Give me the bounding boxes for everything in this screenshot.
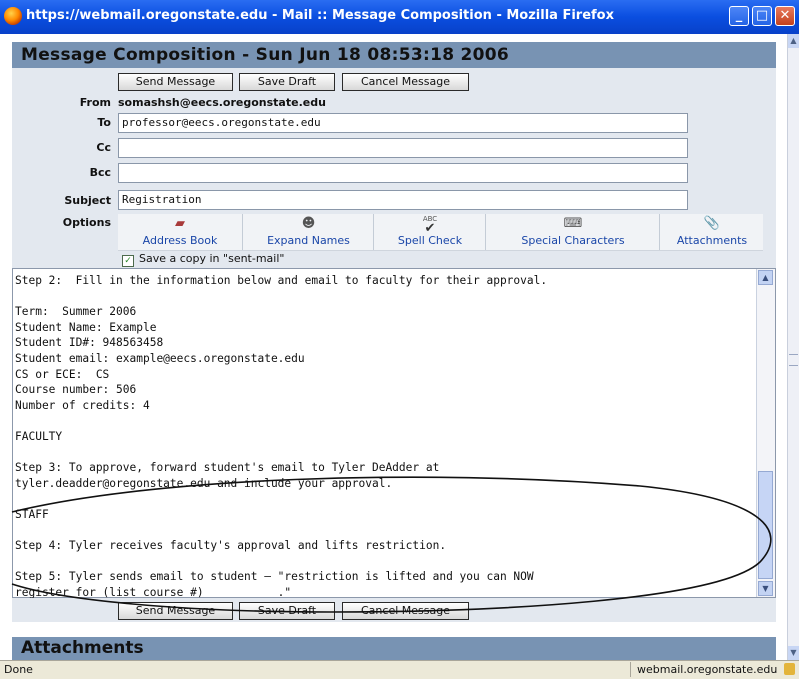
send-message-button[interactable]: Send Message — [118, 73, 233, 91]
save-copy-label: Save a copy in "sent-mail" — [139, 252, 285, 265]
spell-check-label: Spell Check — [397, 234, 463, 247]
save-copy-option[interactable]: ✓ Save a copy in "sent-mail" — [122, 252, 284, 267]
to-field[interactable]: professor@eecs.oregonstate.edu — [118, 113, 688, 133]
close-button[interactable]: ✕ — [775, 6, 795, 26]
scroll-up-arrow-icon[interactable]: ▲ — [788, 34, 799, 48]
options-label: Options — [62, 216, 111, 229]
save-draft-button-bottom[interactable]: Save Draft — [239, 602, 335, 620]
firefox-icon — [4, 7, 22, 25]
to-label: To — [97, 116, 111, 129]
body-scroll-thumb[interactable] — [758, 471, 773, 579]
page-title: Message Composition - Sun Jun 18 08:53:1… — [21, 45, 510, 65]
status-text: Done — [4, 663, 33, 676]
composition-header: Message Composition - Sun Jun 18 08:53:1… — [12, 42, 776, 68]
scroll-grip-icon — [789, 354, 798, 366]
expand-names-icon: ☻ — [301, 216, 316, 231]
attachments-label: Attachments — [676, 234, 748, 247]
body-scrollbar[interactable]: ▲ ▼ — [756, 269, 775, 597]
subject-field[interactable]: Registration — [118, 190, 688, 210]
status-bar: Done webmail.oregonstate.edu — [0, 660, 799, 679]
subject-label: Subject — [64, 194, 111, 207]
save-draft-button[interactable]: Save Draft — [239, 73, 335, 91]
special-characters-icon: ⌨ — [563, 216, 583, 231]
bcc-field[interactable] — [118, 163, 688, 183]
attachments-option[interactable]: 📎 Attachments — [659, 214, 764, 250]
cc-label: Cc — [96, 141, 111, 154]
address-book-icon: ▰ — [175, 216, 185, 231]
spell-check-option[interactable]: ABC ✔ Spell Check — [373, 214, 486, 250]
maximize-button[interactable]: □ — [752, 6, 772, 26]
message-body-textarea[interactable]: Step 2: Fill in the information below an… — [12, 268, 776, 600]
paperclip-icon: 📎 — [703, 216, 721, 231]
bcc-label: Bcc — [89, 166, 111, 179]
page-scrollbar[interactable]: ▲ ▼ — [787, 34, 799, 660]
lock-icon — [784, 663, 795, 675]
cancel-message-button[interactable]: Cancel Message — [342, 73, 469, 91]
cancel-message-button-bottom[interactable]: Cancel Message — [342, 602, 469, 620]
address-book-label: Address Book — [142, 234, 218, 247]
address-book-option[interactable]: ▰ Address Book — [118, 214, 242, 250]
save-copy-checkbox[interactable]: ✓ — [122, 255, 134, 267]
special-characters-option[interactable]: ⌨ Special Characters — [485, 214, 660, 250]
special-characters-label: Special Characters — [521, 234, 625, 247]
window-titlebar: https://webmail.oregonstate.edu - Mail :… — [0, 0, 799, 34]
cc-field[interactable] — [118, 138, 688, 158]
spell-check-icon: ABC ✔ — [422, 215, 438, 236]
expand-names-label: Expand Names — [267, 234, 350, 247]
send-message-button-bottom[interactable]: Send Message — [118, 602, 233, 620]
minimize-button[interactable]: _ — [729, 6, 749, 26]
expand-names-option[interactable]: ☻ Expand Names — [242, 214, 374, 250]
options-toolbar: ▰ Address Book ☻ Expand Names ABC ✔ Spell… — [118, 214, 763, 251]
message-body-text[interactable]: Step 2: Fill in the information below an… — [15, 273, 755, 600]
body-scroll-down-icon[interactable]: ▼ — [758, 581, 773, 596]
attachments-header: Attachments — [12, 637, 776, 660]
from-value: somashsh@eecs.oregonstate.edu — [118, 96, 326, 109]
status-domain: webmail.oregonstate.edu — [630, 662, 783, 677]
body-scroll-up-icon[interactable]: ▲ — [758, 270, 773, 285]
attachments-title: Attachments — [21, 638, 144, 658]
from-label: From — [79, 96, 111, 109]
window-title: https://webmail.oregonstate.edu - Mail :… — [26, 8, 615, 23]
scroll-down-arrow-icon[interactable]: ▼ — [788, 646, 799, 660]
